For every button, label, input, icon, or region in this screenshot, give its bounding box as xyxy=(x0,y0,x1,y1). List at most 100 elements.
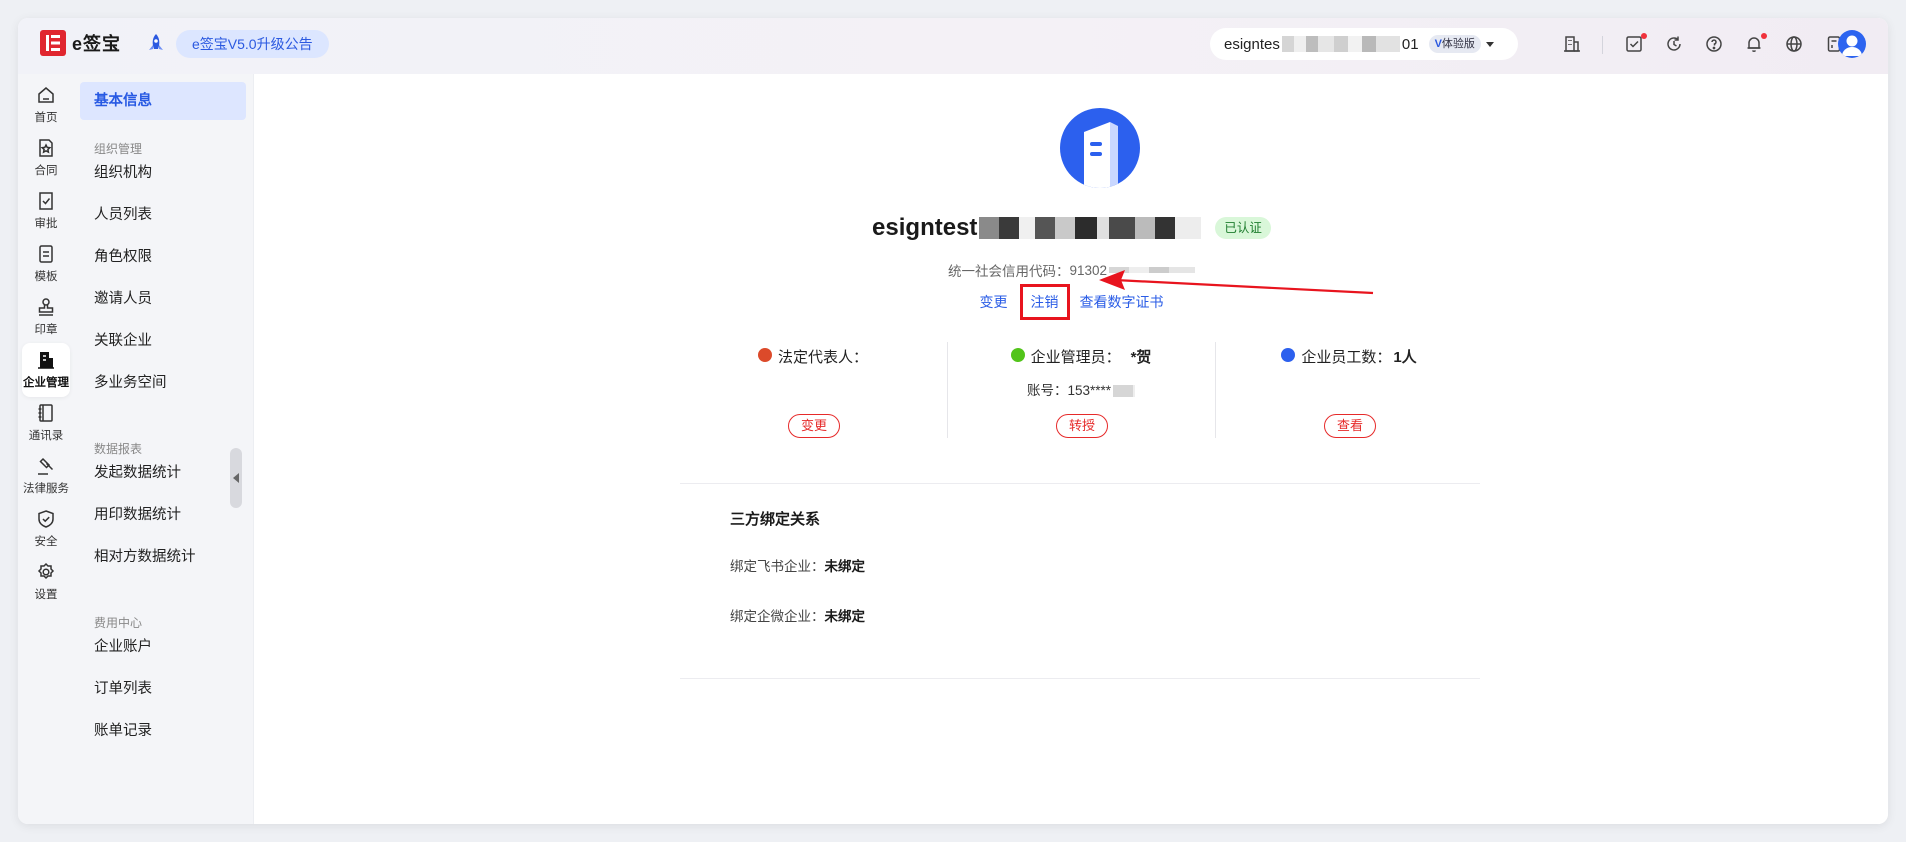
employees-value: 1人 xyxy=(1393,349,1417,366)
menu-item-enterprise-account[interactable]: 企业账户 xyxy=(80,628,246,666)
menu-item-seal-usage-stats[interactable]: 用印数据统计 xyxy=(80,496,246,534)
seal-icon xyxy=(38,298,54,316)
rail-item-contract[interactable]: 合同 xyxy=(22,131,70,185)
template-icon xyxy=(39,245,53,263)
redacted-company-name xyxy=(979,217,1202,239)
change-legal-rep-button[interactable]: 变更 xyxy=(788,414,841,438)
app-window: e签宝 e签宝V5.0升级公告 esigntes 01 V体验版 首页 合同 审… xyxy=(18,18,1888,824)
main-content: esigntest 已认证 统一社会信用代码： 91302 变更 注销 查看数字… xyxy=(255,74,1888,824)
wecom-binding-value: 未绑定 xyxy=(824,609,866,624)
menu-item-counterparty-stats[interactable]: 相对方数据统计 xyxy=(80,538,246,576)
logo-mark-icon xyxy=(40,30,66,56)
third-party-title: 三方绑定关系 xyxy=(730,511,821,528)
help-icon[interactable] xyxy=(1704,34,1724,54)
menu-item-order-list[interactable]: 订单列表 xyxy=(80,670,246,708)
legal-icon xyxy=(38,457,54,475)
change-company-link[interactable]: 变更 xyxy=(972,284,1016,320)
enterprise-icon xyxy=(38,352,54,369)
rail-item-enterprise[interactable]: 企业管理 xyxy=(22,343,70,397)
menu-item-linked-enterprises[interactable]: 关联企业 xyxy=(80,322,246,360)
rail-label: 首页 xyxy=(34,112,58,124)
rail-label: 法律服务 xyxy=(23,483,69,495)
redacted-account xyxy=(1113,385,1136,398)
rail-label: 印章 xyxy=(34,324,58,336)
rail-label: 企业管理 xyxy=(23,377,69,389)
menu-item-basic-info[interactable]: 基本信息 xyxy=(80,82,246,120)
rail-item-security[interactable]: 安全 xyxy=(22,502,70,556)
admin-account-row: 账号：153**** xyxy=(948,379,1214,399)
logo-text: e签宝 xyxy=(72,34,122,54)
user-avatar[interactable] xyxy=(1838,30,1866,58)
contacts-icon xyxy=(38,404,53,422)
annotation-arrow xyxy=(1099,270,1374,295)
menu-collapse-handle[interactable] xyxy=(230,448,242,508)
menu-item-invite-members[interactable]: 邀请人员 xyxy=(80,280,246,318)
employees-label: 企业员工数： xyxy=(1301,349,1392,366)
stat-employees: 企业员工数： 1人 查看 xyxy=(1216,342,1482,438)
admin-label: 企业管理员： xyxy=(1030,349,1121,366)
view-employees-button[interactable]: 查看 xyxy=(1324,414,1377,438)
approval-icon xyxy=(39,192,53,210)
verified-badge: 已认证 xyxy=(1215,217,1271,239)
legal-rep-icon xyxy=(757,347,772,362)
company-logo xyxy=(1060,108,1140,188)
stats-row: 法定代表人： 变更 企业管理员： *贺 账号：153**** 转授 企业员工数：… xyxy=(680,342,1482,438)
company-name: esigntest xyxy=(872,214,978,241)
rail-item-template[interactable]: 模板 xyxy=(22,237,70,291)
rail-item-seal[interactable]: 印章 xyxy=(22,290,70,344)
transfer-admin-button[interactable]: 转授 xyxy=(1056,414,1109,438)
menu-item-billing-records[interactable]: 账单记录 xyxy=(80,712,246,750)
company-actions: 变更 注销 查看数字证书 xyxy=(255,284,1888,320)
account-switcher[interactable]: esigntes 01 V体验版 xyxy=(1210,28,1518,60)
globe-icon[interactable] xyxy=(1784,34,1804,54)
wecom-binding-label: 绑定企微企业： xyxy=(730,609,825,624)
brand-logo[interactable]: e签宝 xyxy=(40,30,121,56)
primary-nav-rail: 首页 合同 审批 模板 印章 企业管理 通讯录 法律服务 安全 设置 xyxy=(18,74,74,824)
menu-item-business-spaces[interactable]: 多业务空间 xyxy=(80,364,246,402)
menu-item-member-list[interactable]: 人员列表 xyxy=(80,196,246,234)
home-icon xyxy=(38,87,54,103)
bell-notification-dot xyxy=(1761,33,1767,39)
rail-label: 模板 xyxy=(34,271,58,283)
redacted-account-name xyxy=(1281,36,1400,52)
toolbar-divider xyxy=(1602,36,1603,54)
legal-rep-label: 法定代表人： xyxy=(777,349,868,366)
history-icon[interactable] xyxy=(1664,34,1684,54)
stat-legal-representative: 法定代表人： 变更 xyxy=(680,342,946,438)
shield-icon xyxy=(38,510,54,528)
admin-value: *贺 xyxy=(1130,349,1152,366)
feishu-binding-value: 未绑定 xyxy=(824,559,866,574)
top-bar: e签宝 e签宝V5.0升级公告 esigntes 01 V体验版 xyxy=(18,18,1888,74)
credit-code-row: 统一社会信用代码： 91302 xyxy=(255,260,1888,280)
vip-icon: V xyxy=(1434,38,1442,50)
announcement-button[interactable]: e签宝V5.0升级公告 xyxy=(176,30,329,58)
cancel-company-link[interactable]: 注销 xyxy=(1019,284,1070,320)
admin-account-label: 账号： xyxy=(1026,383,1068,398)
trial-badge-label: 体验版 xyxy=(1441,38,1475,50)
chevron-down-icon xyxy=(1485,41,1494,47)
rail-item-settings[interactable]: 设置 xyxy=(22,555,70,609)
section-divider xyxy=(680,678,1480,679)
rocket-icon[interactable] xyxy=(144,32,168,56)
task-notification-dot xyxy=(1641,33,1647,39)
menu-item-initiation-stats[interactable]: 发起数据统计 xyxy=(80,454,246,492)
rail-label: 设置 xyxy=(34,589,58,601)
employees-icon xyxy=(1281,347,1296,362)
feishu-binding-row: 绑定飞书企业：未绑定 xyxy=(730,555,865,575)
menu-item-org-structure[interactable]: 组织机构 xyxy=(80,154,246,192)
rail-label: 安全 xyxy=(34,536,58,548)
menu-item-role-permissions[interactable]: 角色权限 xyxy=(80,238,246,276)
feishu-binding-label: 绑定飞书企业： xyxy=(730,559,825,574)
contract-icon xyxy=(39,139,53,157)
rail-item-contacts[interactable]: 通讯录 xyxy=(22,396,70,450)
rail-label: 通讯录 xyxy=(28,430,64,442)
account-name-prefix: esigntes xyxy=(1224,35,1280,53)
rail-item-legal[interactable]: 法律服务 xyxy=(22,449,70,503)
rail-item-approval[interactable]: 审批 xyxy=(22,184,70,238)
rail-item-home[interactable]: 首页 xyxy=(22,78,70,132)
building-icon[interactable] xyxy=(1562,34,1582,54)
section-divider xyxy=(680,483,1480,484)
gear-icon xyxy=(37,562,55,580)
rail-label: 审批 xyxy=(34,218,58,230)
building-avatar-icon xyxy=(1084,122,1118,188)
